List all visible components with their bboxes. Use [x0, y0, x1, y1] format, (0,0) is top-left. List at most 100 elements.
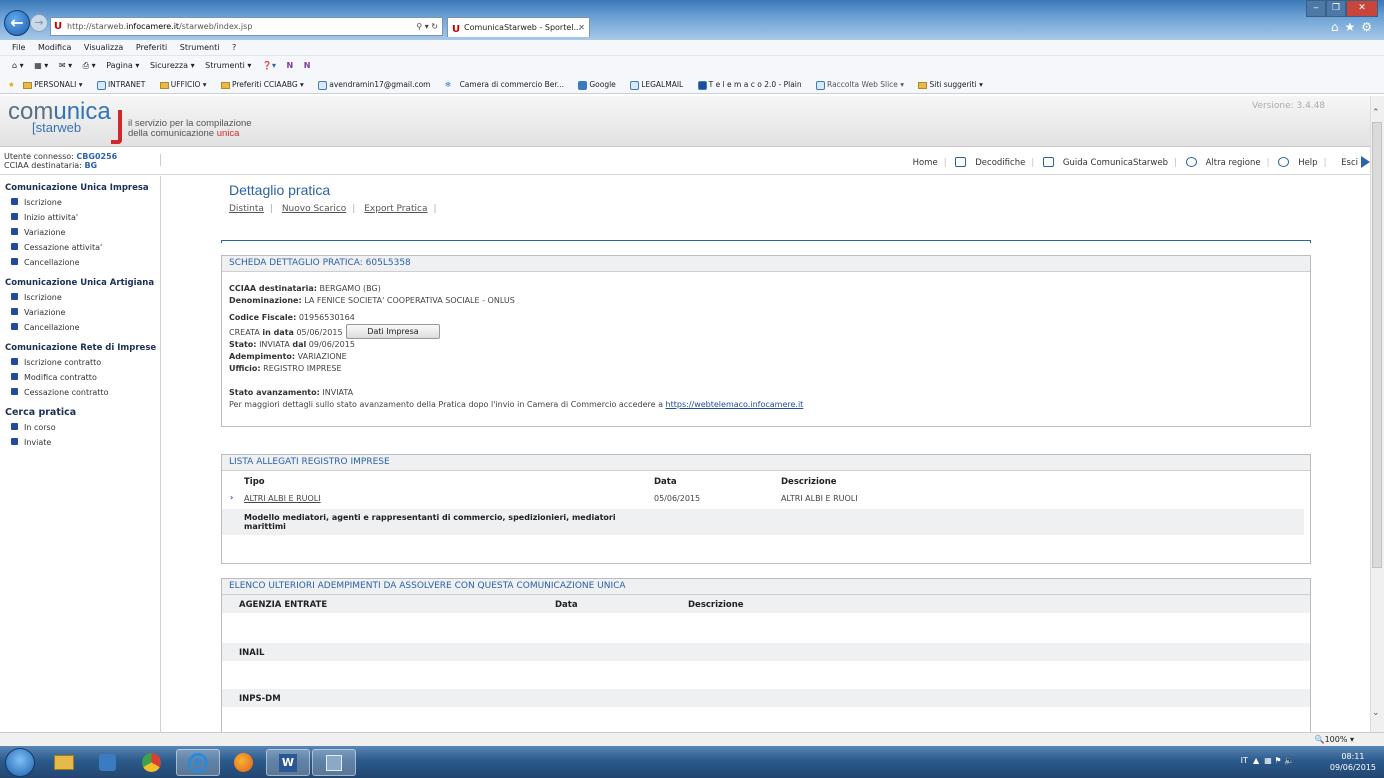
back-button[interactable]: ← — [4, 10, 30, 36]
webtelemaco-link[interactable]: https://webtelemaco.infocamere.it — [666, 400, 804, 409]
cmd-sicurezza[interactable]: Sicurezza ▾ — [150, 61, 195, 70]
onenote-icon[interactable]: N — [287, 61, 294, 70]
fav-intranet[interactable]: INTRANET — [96, 80, 151, 90]
onenote-send-icon[interactable]: N — [304, 61, 311, 70]
link-nuovo-scarico[interactable]: Nuovo Scarico — [282, 204, 346, 214]
nav-separator: | — [1031, 157, 1035, 168]
fav-webslice[interactable]: Raccolta Web Slice ▾ — [816, 80, 910, 90]
nav-guida[interactable]: Guida ComunicaStarweb — [1042, 157, 1168, 168]
menu-strumenti[interactable]: Strumenti — [180, 43, 220, 52]
link-distinta[interactable]: Distinta — [229, 204, 264, 214]
sidebar-item-iscrizione-contratto[interactable]: Iscrizione contratto — [11, 358, 101, 367]
fav-telemaco[interactable]: T e l e m a c o 2.0 - Plain — [697, 80, 808, 90]
allegato-tipo-link[interactable]: ALTRI ALBI E RUOLI — [244, 494, 321, 503]
help-cmd-icon[interactable]: ❓▾ — [262, 61, 276, 70]
bing-icon — [918, 81, 928, 89]
nav-help[interactable]: Help — [1278, 157, 1318, 168]
firefox-taskbar-icon[interactable] — [222, 749, 266, 776]
sidebar-item-in-corso[interactable]: In corso — [11, 423, 56, 432]
nav-home[interactable]: Home — [913, 158, 938, 168]
language-indicator[interactable]: IT — [1241, 756, 1248, 765]
sidebar-item-art-iscrizione[interactable]: Iscrizione — [11, 293, 62, 302]
link-export-pratica[interactable]: Export Pratica — [364, 204, 427, 214]
media-player-taskbar-icon[interactable] — [86, 749, 130, 776]
fav-preferiti-cciaabg[interactable]: Preferiti CCIAABG ▾ — [220, 80, 310, 89]
close-window-button[interactable]: ✕ — [1346, 0, 1378, 17]
zoom-level[interactable]: 🔍100% ▾ — [1315, 733, 1354, 746]
field-value: BERGAMO (BG) — [319, 284, 381, 293]
clock[interactable]: 08:11 09/06/2015 — [1330, 751, 1376, 773]
inail-row — [222, 643, 1310, 661]
menu-file[interactable]: File — [12, 43, 25, 52]
tray-volume-icon[interactable]: 🔈 — [1284, 756, 1294, 765]
sidebar-item-art-variazione[interactable]: Variazione — [11, 308, 65, 317]
field-label: Stato: — [229, 340, 257, 349]
fav-gmail[interactable]: avendramin17@gmail.com — [318, 80, 436, 90]
fav-siti-suggeriti[interactable]: Siti suggeriti ▾ — [918, 80, 988, 89]
home-icon[interactable]: ⌂ — [1331, 20, 1345, 34]
restore-button[interactable]: ❐ — [1326, 0, 1346, 17]
sidebar-item-cessazione-contratto[interactable]: Cessazione contratto — [11, 388, 108, 397]
scroll-down-icon[interactable]: ⌄ — [1372, 708, 1380, 718]
scroll-up-icon[interactable]: ⌃ — [1372, 108, 1380, 118]
sidebar-item-cancellazione[interactable]: Cancellazione — [11, 258, 80, 267]
gear-icon[interactable]: ⚙ — [1361, 20, 1378, 34]
fav-camera-commercio[interactable]: ❄ Camera di commercio Ber... — [445, 80, 570, 89]
favorites-star-icon[interactable]: ★ — [1344, 20, 1361, 34]
ie-taskbar-icon[interactable]: e — [176, 749, 220, 776]
print-icon[interactable]: ⎙ ▾ — [83, 61, 96, 70]
app-taskbar-icon[interactable] — [312, 749, 356, 776]
sidebar-item-inviate[interactable]: Inviate — [11, 438, 51, 447]
mail-icon[interactable]: ✉ ▾ — [59, 61, 72, 70]
bullet-icon — [11, 213, 18, 220]
command-bar: ⌂ ▾ ▦ ▾ ✉ ▾ ⎙ ▾ Pagina ▾ Sicurezza ▾ Str… — [0, 56, 1384, 76]
tray-flag-icon[interactable]: ⚑ — [1274, 756, 1281, 765]
scrollbar-thumb[interactable] — [1372, 122, 1382, 568]
sidebar-item-iscrizione[interactable]: Iscrizione — [11, 198, 62, 207]
forward-button[interactable]: → — [30, 14, 48, 32]
sidebar-item-modifica-contratto[interactable]: Modifica contratto — [11, 373, 97, 382]
menu-help[interactable]: ? — [232, 43, 236, 52]
fav-legalmail[interactable]: LEGALMAIL — [630, 80, 689, 90]
fav-label: avendramin17@gmail.com — [329, 80, 431, 89]
explorer-taskbar-icon[interactable] — [42, 749, 86, 776]
start-button[interactable] — [5, 748, 35, 777]
word-taskbar-icon[interactable]: W — [266, 749, 310, 776]
favorites-star-add-icon[interactable]: ★ — [8, 80, 15, 89]
allegato-tipo[interactable]: ALTRI ALBI E RUOLI — [244, 494, 321, 503]
home-cmd-icon[interactable]: ⌂ ▾ — [12, 61, 24, 70]
cmd-pagina[interactable]: Pagina ▾ — [106, 61, 139, 70]
bullet-icon — [11, 358, 18, 365]
address-tools-icon[interactable]: ⚲ ▾ ↻ — [416, 18, 438, 35]
nav-decodifiche[interactable]: Decodifiche — [955, 157, 1025, 168]
tray-network-icon[interactable]: ▦ — [1264, 756, 1272, 765]
nav-esci[interactable]: Esci — [1335, 156, 1370, 168]
tab-close-icon[interactable]: ✕ — [578, 18, 585, 37]
menu-visualizza[interactable]: Visualizza — [84, 43, 123, 52]
chrome-taskbar-icon[interactable] — [130, 749, 174, 776]
sidebar-item-label: Variazione — [24, 228, 66, 237]
fav-google[interactable]: Google — [578, 80, 621, 90]
feeds-icon[interactable]: ▦ ▾ — [34, 61, 48, 70]
cmd-strumenti[interactable]: Strumenti ▾ — [205, 61, 251, 70]
address-bar[interactable]: U http://starweb.infocamere.it/starweb/i… — [50, 17, 443, 36]
bullet-icon — [11, 293, 18, 300]
nav-altra-regione[interactable]: Altra regione — [1185, 157, 1261, 168]
menu-modifica[interactable]: Modifica — [38, 43, 71, 52]
sidebar-item-art-cancellazione[interactable]: Cancellazione — [11, 323, 80, 332]
minimize-button[interactable]: ‒ — [1306, 0, 1326, 17]
menu-preferiti[interactable]: Preferiti — [136, 43, 167, 52]
sidebar-item-label: Inviate — [24, 438, 52, 447]
exit-arrow-icon — [1361, 156, 1370, 168]
fav-ufficio[interactable]: UFFICIO ▾ — [159, 80, 213, 89]
expand-arrow-icon[interactable]: › — [230, 493, 233, 502]
bullet-icon — [11, 258, 18, 265]
sidebar-item-inizio-attivita[interactable]: Inizio attivita' — [11, 213, 78, 222]
sidebar-item-label: Modifica contratto — [24, 373, 97, 382]
fav-personali[interactable]: PERSONALI ▾ — [23, 80, 88, 89]
sidebar-item-variazione[interactable]: Variazione — [11, 228, 65, 237]
dati-impresa-button[interactable]: Dati Impresa — [346, 324, 440, 339]
sidebar-item-label: Inizio attivita' — [24, 213, 79, 222]
sidebar-item-cessazione-attivita[interactable]: Cessazione attivita' — [11, 243, 102, 252]
browser-tab[interactable]: U ComunicaStarweb - Sportel... ✕ — [447, 17, 590, 37]
